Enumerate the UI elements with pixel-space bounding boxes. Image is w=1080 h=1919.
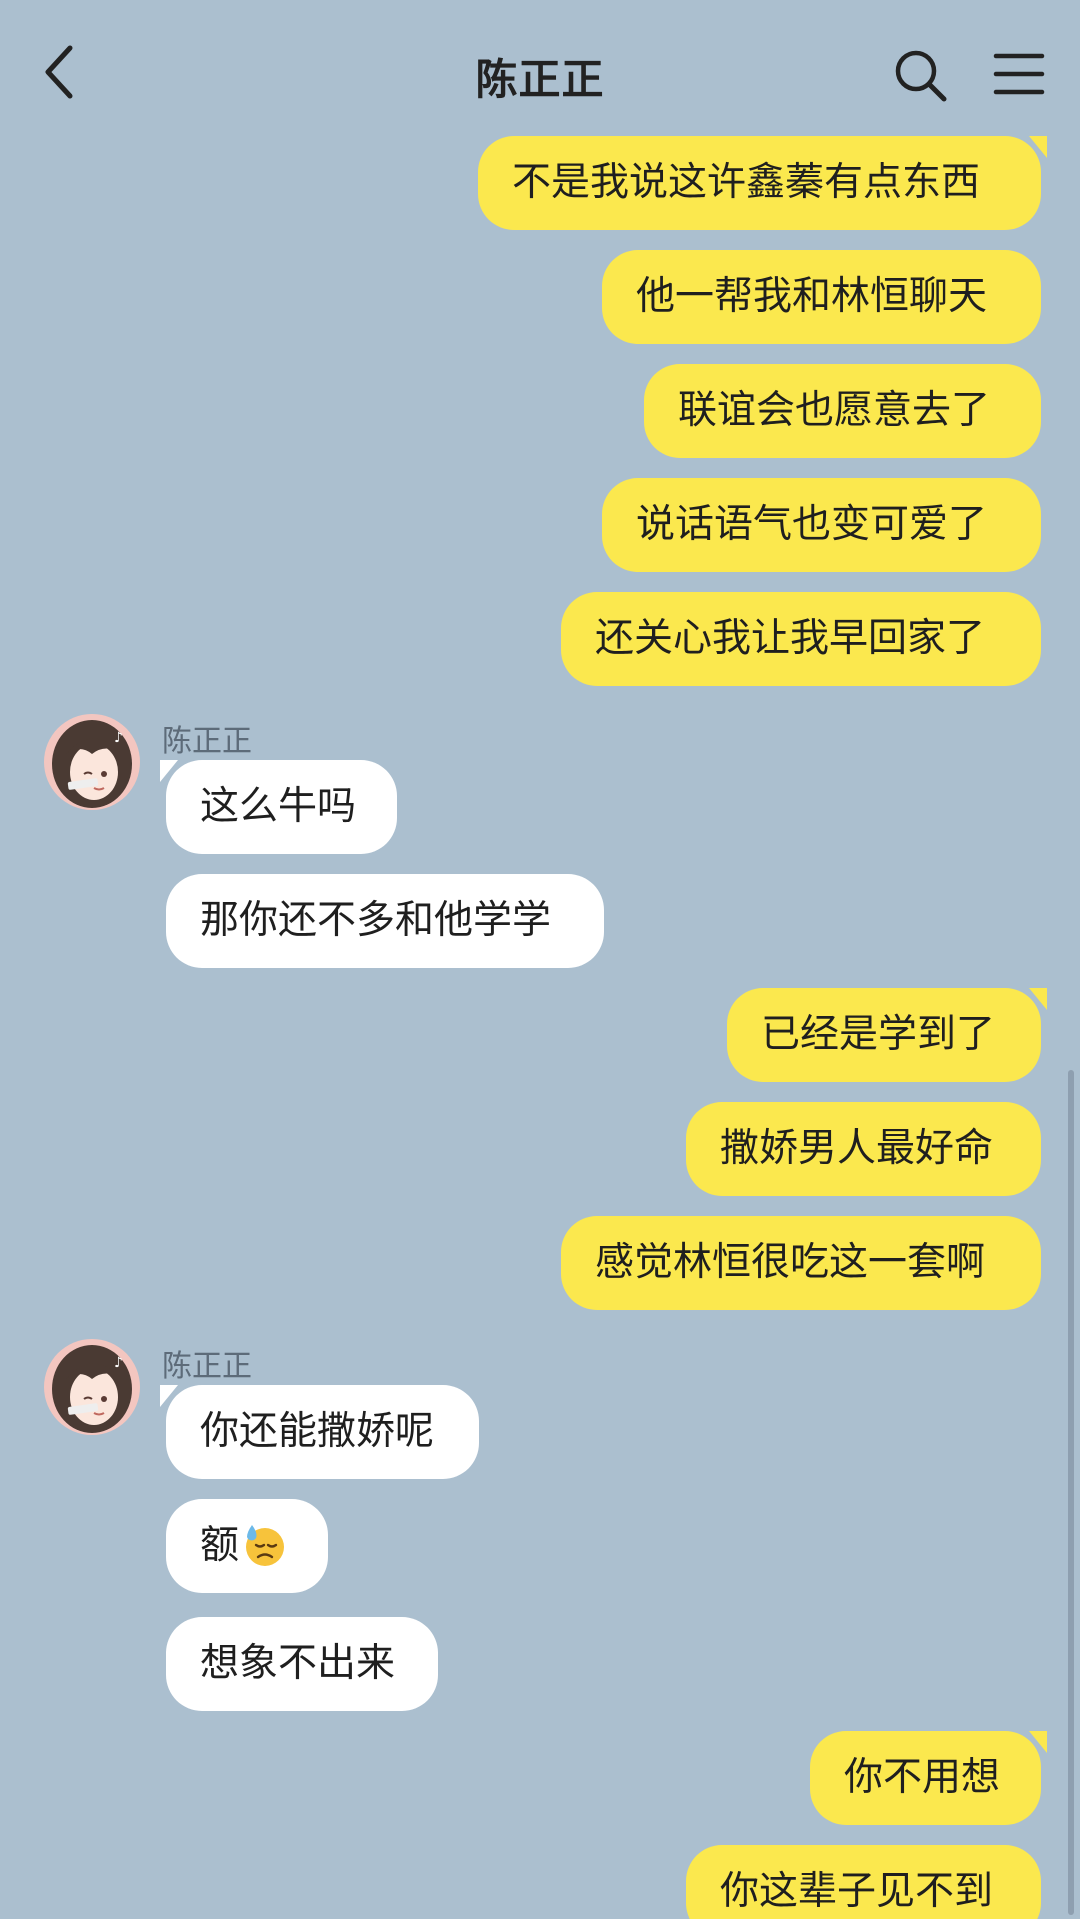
incoming-message[interactable]: 想象不出来: [166, 1617, 438, 1711]
outgoing-message[interactable]: 已经是学到了: [727, 988, 1047, 1082]
menu-button[interactable]: [993, 52, 1045, 96]
outgoing-message[interactable]: 他一帮我和林恒聊天: [602, 250, 1041, 344]
sender-name: 陈正正: [162, 1349, 252, 1384]
search-icon: [895, 50, 947, 102]
outgoing-message[interactable]: 你不用想: [810, 1731, 1047, 1825]
hamburger-menu-icon: [993, 53, 1045, 95]
sender-name: 陈正正: [162, 724, 252, 759]
incoming-message[interactable]: 你还能撒娇呢: [160, 1385, 479, 1479]
svg-text:♪: ♪: [114, 730, 123, 746]
message-text: 额: [200, 1523, 240, 1568]
search-button[interactable]: [893, 48, 949, 104]
contact-avatar[interactable]: ♪: [44, 714, 140, 810]
outgoing-message[interactable]: 联谊会也愿意去了: [644, 364, 1041, 458]
chat-header: 陈正正: [0, 0, 1080, 140]
contact-avatar[interactable]: ♪: [44, 1339, 140, 1435]
svg-text:♪: ♪: [114, 1355, 123, 1371]
outgoing-message[interactable]: 感觉林恒很吃这一套啊: [561, 1216, 1041, 1310]
incoming-message[interactable]: 额: [166, 1499, 328, 1593]
outgoing-message[interactable]: 说话语气也变可爱了: [602, 478, 1041, 572]
outgoing-message[interactable]: 撒娇男人最好命: [686, 1102, 1041, 1196]
incoming-message[interactable]: 那你还不多和他学学: [166, 874, 604, 968]
outgoing-message[interactable]: 你这辈子见不到: [686, 1845, 1041, 1919]
incoming-message[interactable]: 这么牛吗: [160, 760, 397, 854]
chat-screen: 陈正正 不是我说这许鑫蓁有点东西 他一帮我和林恒聊天 联谊会也愿意去了 说话语气…: [0, 0, 1080, 1919]
outgoing-message[interactable]: 还关心我让我早回家了: [561, 592, 1041, 686]
outgoing-message[interactable]: 不是我说这许鑫蓁有点东西: [478, 136, 1047, 230]
sweat-disappointed-emoji-icon: [246, 1524, 285, 1566]
scrollbar[interactable]: [1068, 1070, 1074, 1915]
